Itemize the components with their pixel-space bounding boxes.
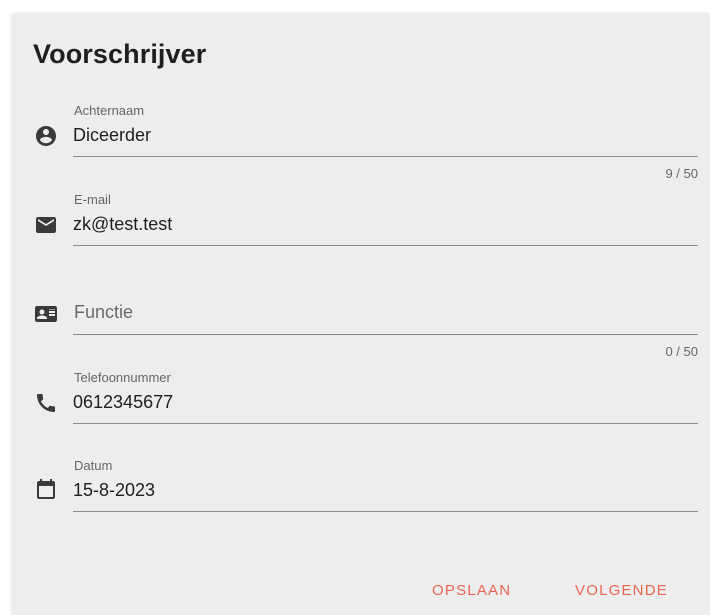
email-label: E-mail — [74, 192, 111, 207]
date-label: Datum — [74, 458, 113, 473]
phone-label: Telefoonnummer — [74, 370, 171, 385]
phone-underline — [73, 423, 698, 424]
date-input[interactable] — [73, 480, 673, 501]
calendar-icon — [34, 477, 58, 501]
phone-icon — [34, 391, 58, 415]
email-input[interactable] — [73, 214, 673, 235]
save-button[interactable]: OPSLAAN — [432, 582, 511, 599]
function-field[interactable]: Functie 0 / 50 — [12, 278, 710, 359]
function-underline — [73, 334, 698, 335]
email-icon — [34, 213, 58, 237]
lastname-char-counter: 9 / 50 — [665, 166, 698, 181]
prescriber-card: Voorschrijver Achternaam 9 / 50 E-mail F… — [12, 14, 710, 615]
lastname-field[interactable]: Achternaam 9 / 50 — [12, 100, 710, 181]
lastname-underline — [73, 156, 698, 157]
lastname-label: Achternaam — [74, 103, 145, 118]
date-underline — [73, 511, 698, 512]
function-label: Functie — [74, 302, 134, 322]
account-circle-icon — [34, 124, 58, 148]
card-title: Voorschrijver — [33, 39, 207, 69]
function-char-counter: 0 / 50 — [665, 344, 698, 359]
badge-icon — [34, 302, 58, 326]
lastname-input[interactable] — [73, 125, 673, 146]
phone-field[interactable]: Telefoonnummer — [12, 367, 710, 427]
date-field[interactable]: Datum — [12, 455, 710, 515]
phone-input[interactable] — [73, 392, 673, 413]
email-underline — [73, 245, 698, 246]
next-button[interactable]: VOLGENDE — [575, 582, 668, 599]
email-field[interactable]: E-mail — [12, 189, 710, 249]
